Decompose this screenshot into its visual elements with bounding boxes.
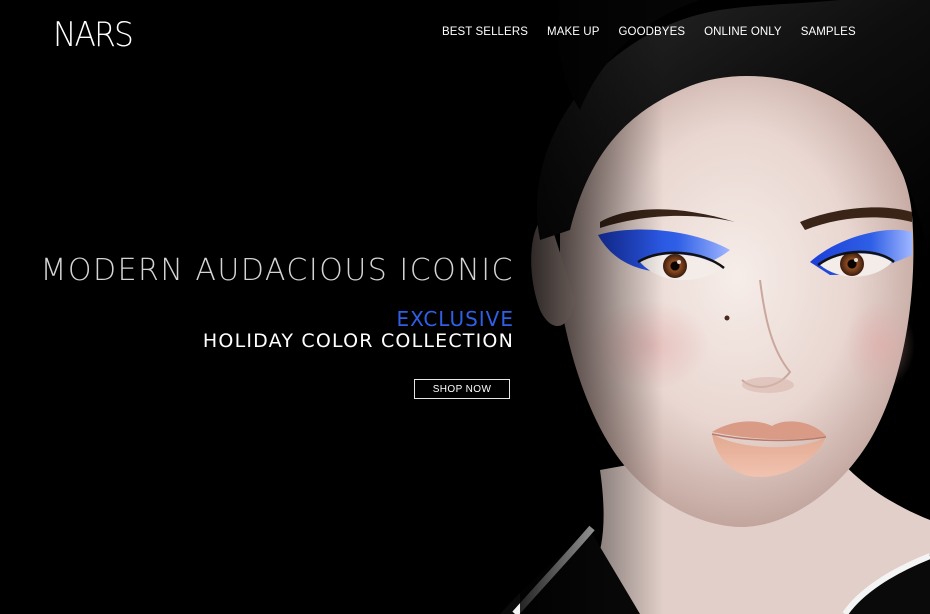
nav-item-best-sellers[interactable]: BEST SELLERS [442, 24, 528, 40]
nav-item-online-only[interactable]: ONLINE ONLY [704, 24, 782, 40]
hero-page: NARS BEST SELLERS MAKE UP GOODBYES ONLIN… [0, 0, 930, 614]
nav-item-make-up[interactable]: MAKE UP [547, 24, 599, 40]
nav-item-goodbyes[interactable]: GOODBYES [618, 24, 685, 40]
nav-item-samples[interactable]: SAMPLES [801, 24, 856, 40]
brand-logo[interactable]: NARS [53, 18, 134, 52]
shop-now-button[interactable]: SHOP NOW [414, 379, 510, 399]
main-nav: BEST SELLERS MAKE UP GOODBYES ONLINE ONL… [442, 24, 875, 40]
hero-tagline: MODERN AUDACIOUS ICONIC [40, 253, 514, 288]
hero-collection-title: HOLIDAY COLOR COLLECTION [202, 330, 514, 352]
